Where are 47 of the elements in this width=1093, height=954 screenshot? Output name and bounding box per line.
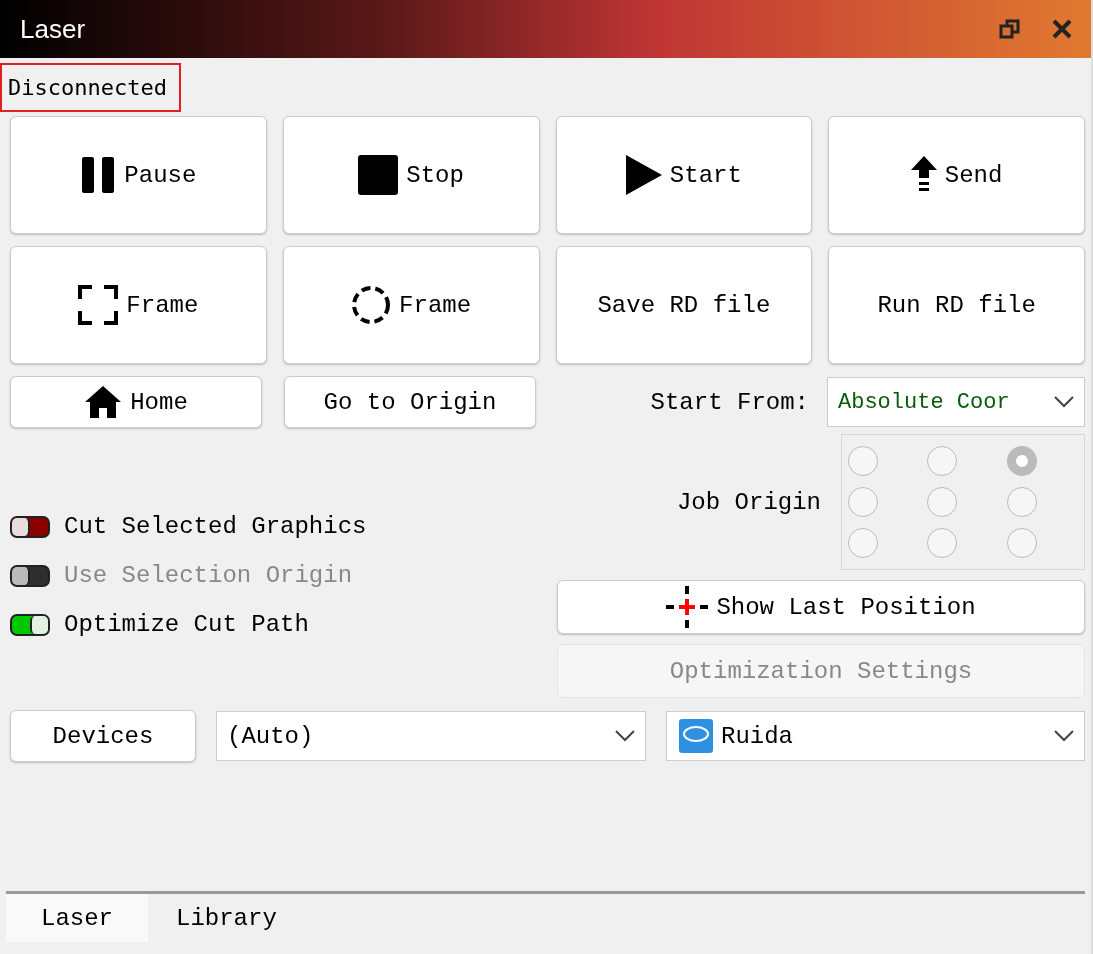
origin-radio[interactable] (1006, 487, 1037, 517)
toggle-label: Optimize Cut Path (64, 611, 309, 638)
connection-status: Disconnected (0, 62, 181, 112)
job-origin-label: Job Origin (676, 488, 821, 516)
toggle-label: Cut Selected Graphics (64, 513, 367, 540)
action-button[interactable]: Stop (282, 116, 540, 234)
action-button[interactable]: Start (555, 116, 813, 234)
origin-radio[interactable] (927, 487, 958, 517)
origin-radio[interactable] (1006, 527, 1037, 558)
chevron-down-icon (1054, 396, 1074, 408)
port-dropdown[interactable]: (Auto) (216, 711, 646, 761)
start-from-label: Start From: (650, 388, 809, 416)
controller-logo-icon (679, 719, 713, 753)
crosshair-icon (666, 586, 709, 628)
dashed-circle-icon (351, 285, 392, 325)
toggle-switch[interactable] (10, 613, 50, 636)
upload-arrow-icon (910, 156, 937, 194)
action-button[interactable]: Run RD file (828, 246, 1085, 364)
origin-radio[interactable] (848, 527, 878, 558)
chevron-down-icon (1054, 730, 1074, 742)
play-icon (625, 155, 662, 195)
close-icon[interactable] (1051, 18, 1073, 40)
origin-radio[interactable] (927, 446, 958, 477)
action-button[interactable]: Frame (10, 246, 267, 364)
action-button[interactable]: Send (828, 116, 1085, 234)
action-button[interactable]: Go to Origin (284, 376, 536, 428)
restore-icon[interactable] (999, 18, 1021, 40)
action-button[interactable]: Frame (282, 246, 540, 364)
panel-tab[interactable]: Laser (6, 894, 148, 942)
action-button[interactable]: Pause (10, 116, 267, 234)
origin-radio[interactable] (1006, 446, 1037, 477)
house-icon (84, 385, 123, 419)
controller-dropdown[interactable]: Ruida (666, 711, 1085, 761)
show-last-position-button[interactable]: Show Last Position (557, 580, 1085, 634)
origin-radio[interactable] (848, 446, 878, 477)
window-title: Laser (20, 13, 86, 45)
stop-icon (358, 155, 399, 195)
devices-button[interactable]: Devices (10, 710, 196, 762)
pause-icon (80, 156, 117, 194)
start-from-dropdown[interactable]: Absolute Coor (827, 377, 1085, 427)
toggle-label: Use Selection Origin (64, 562, 353, 589)
toggle-switch[interactable] (10, 515, 50, 538)
action-button[interactable]: Save RD file (555, 246, 813, 364)
origin-radio[interactable] (848, 487, 878, 517)
origin-radio[interactable] (927, 527, 958, 558)
action-button[interactable]: Home (10, 376, 262, 428)
chevron-down-icon (615, 730, 635, 742)
